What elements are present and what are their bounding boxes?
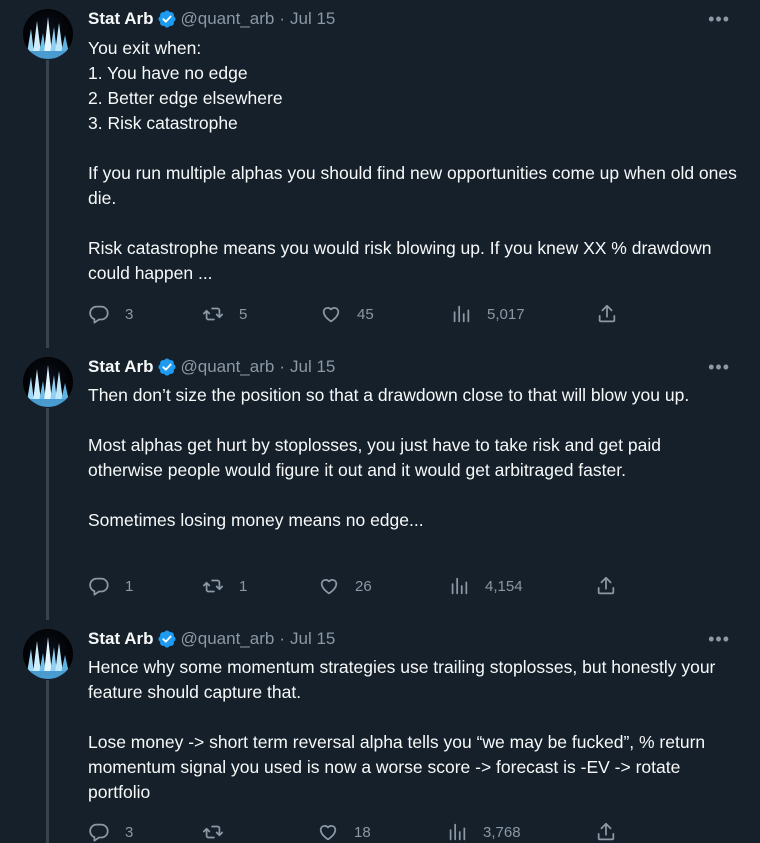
share-icon <box>598 304 616 323</box>
action-bar: 1 1 26 4,154 <box>88 574 728 598</box>
avatar[interactable] <box>23 629 73 679</box>
tweet-body: Then don’t size the position so that a d… <box>88 385 690 530</box>
repost-count: 1 <box>239 577 248 595</box>
reply-icon <box>89 823 109 842</box>
tweet-text: Hence why some momentum strategies use t… <box>88 655 738 805</box>
reply-count: 1 <box>125 577 134 595</box>
like-button[interactable]: 18 <box>317 820 371 843</box>
tweet-body: You exit when: 1. You have no edge 2. Be… <box>88 38 737 283</box>
share-icon <box>597 576 615 595</box>
handle[interactable]: @quant_arb <box>181 356 275 378</box>
action-bar: 3 5 45 5,017 <box>88 302 728 326</box>
views-button[interactable]: 5,017 <box>450 302 525 326</box>
repost-count: 5 <box>239 305 248 323</box>
action-bar: 3 18 3,768 <box>88 820 728 843</box>
heart-icon <box>320 579 338 595</box>
repost-button[interactable]: 5 <box>202 302 247 326</box>
like-count: 45 <box>357 305 374 323</box>
tweet-text: You exit when: 1. You have no edge 2. Be… <box>88 36 738 286</box>
separator-dot: · <box>279 9 285 28</box>
separator-dot: · <box>279 357 285 376</box>
like-button[interactable]: 45 <box>320 302 374 326</box>
tweet[interactable]: Stat Arb @quant_arb · Jul 15 ••• Hence w… <box>0 620 760 843</box>
verified-badge-icon <box>157 358 176 376</box>
view-count: 4,154 <box>485 577 523 595</box>
display-name[interactable]: Stat Arb <box>88 356 154 378</box>
verified-badge-icon <box>157 10 176 28</box>
display-name[interactable]: Stat Arb <box>88 628 154 650</box>
heart-icon <box>319 825 337 841</box>
like-count: 18 <box>354 823 371 841</box>
like-count: 26 <box>355 577 372 595</box>
heart-icon <box>322 307 340 323</box>
repost-icon <box>202 579 224 593</box>
reply-icon <box>89 305 109 324</box>
repost-button[interactable] <box>202 820 239 843</box>
repost-icon <box>202 307 224 321</box>
tweet-header: Stat Arb @quant_arb · Jul 15 <box>88 356 335 378</box>
share-button[interactable] <box>595 820 617 843</box>
tweet-body: Hence why some momentum strategies use t… <box>88 657 716 802</box>
handle[interactable]: @quant_arb <box>181 628 275 650</box>
more-options-icon[interactable]: ••• <box>708 8 730 30</box>
reply-button[interactable]: 3 <box>88 820 133 843</box>
repost-button[interactable]: 1 <box>202 574 247 598</box>
reply-button[interactable]: 1 <box>88 574 133 598</box>
tweet-date[interactable]: Jul 15 <box>290 356 335 378</box>
reply-button[interactable]: 3 <box>88 302 133 326</box>
thread-line <box>46 60 49 348</box>
tweet-date[interactable]: Jul 15 <box>290 8 335 30</box>
tweet[interactable]: Stat Arb @quant_arb · Jul 15 ••• You exi… <box>0 0 760 348</box>
tweet-date[interactable]: Jul 15 <box>290 628 335 650</box>
reply-icon <box>89 577 109 596</box>
view-count: 3,768 <box>483 823 521 841</box>
views-chart-icon <box>449 823 466 841</box>
share-icon <box>597 822 615 841</box>
view-count: 5,017 <box>487 305 525 323</box>
more-options-icon[interactable]: ••• <box>708 356 730 378</box>
more-options-icon[interactable]: ••• <box>708 628 730 650</box>
thread-line <box>46 680 49 843</box>
repost-icon <box>202 825 224 839</box>
views-button[interactable]: 4,154 <box>448 574 523 598</box>
tweet[interactable]: Stat Arb @quant_arb · Jul 15 ••• Then do… <box>0 348 760 620</box>
share-button[interactable] <box>596 302 618 326</box>
verified-badge-icon <box>157 630 176 648</box>
handle[interactable]: @quant_arb <box>181 8 275 30</box>
separator-dot: · <box>279 629 285 648</box>
reply-count: 3 <box>125 305 134 323</box>
views-button[interactable]: 3,768 <box>446 820 521 843</box>
share-button[interactable] <box>595 574 617 598</box>
tweet-header: Stat Arb @quant_arb · Jul 15 <box>88 628 335 650</box>
reply-count: 3 <box>125 823 134 841</box>
tweet-header: Stat Arb @quant_arb · Jul 15 <box>88 8 335 30</box>
display-name[interactable]: Stat Arb <box>88 8 154 30</box>
like-button[interactable]: 26 <box>318 574 372 598</box>
avatar[interactable] <box>23 357 73 407</box>
thread-line <box>46 408 49 620</box>
views-chart-icon <box>451 577 468 595</box>
avatar[interactable] <box>23 9 73 59</box>
tweet-text: Then don’t size the position so that a d… <box>88 383 738 533</box>
views-chart-icon <box>453 305 470 323</box>
